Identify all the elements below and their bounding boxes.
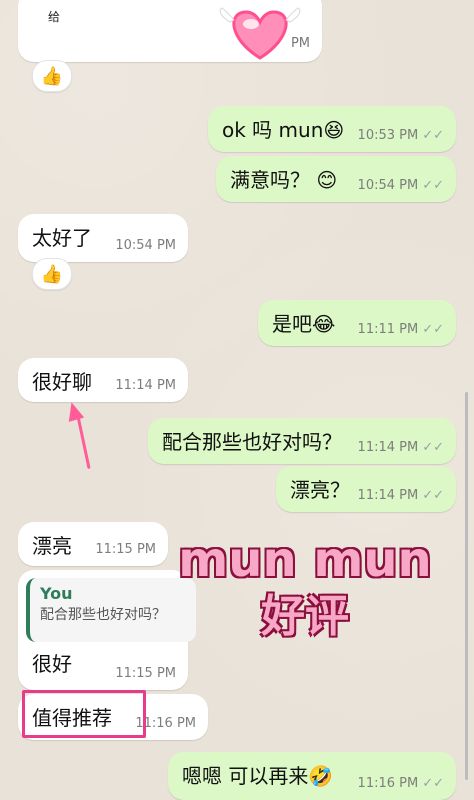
partial-message-text: 给: [48, 10, 61, 24]
message-text: 是吧😂: [272, 312, 336, 336]
outgoing-message[interactable]: 嗯嗯 可以再来🤣 11:16 PM ✓✓: [168, 752, 456, 800]
thumbs-up-icon: 👍: [40, 65, 64, 87]
message-text: 漂亮？: [290, 478, 350, 502]
overlay-subtitle: 好评: [261, 591, 349, 642]
incoming-message[interactable]: 很好聊 11:14 PM: [18, 358, 188, 402]
double-check-icon: ✓✓: [422, 322, 444, 338]
outgoing-message[interactable]: 是吧😂 11:11 PM ✓✓: [258, 300, 456, 346]
double-check-icon: ✓✓: [422, 440, 444, 456]
outgoing-message[interactable]: 满意吗？ 😊 10:54 PM ✓✓: [216, 156, 456, 202]
thumbs-up-reaction[interactable]: 👍: [32, 258, 72, 290]
incoming-message[interactable]: 漂亮 11:15 PM: [18, 522, 168, 566]
message-text: 太好了: [32, 226, 92, 250]
outgoing-message[interactable]: 漂亮？ 11:14 PM ✓✓: [276, 466, 456, 512]
message-time: 10:54 PM ✓✓: [357, 178, 444, 194]
message-text: 漂亮: [32, 534, 72, 558]
message-text: 配合那些也好对吗？: [162, 430, 342, 454]
message-time: 10:54 PM: [115, 238, 176, 254]
outgoing-message[interactable]: 配合那些也好对吗？ 11:14 PM ✓✓: [148, 418, 456, 464]
message-time: 11:14 PM ✓✓: [357, 440, 444, 456]
message-time: 11:11 PM ✓✓: [357, 322, 444, 338]
message-time: 11:14 PM ✓✓: [357, 488, 444, 504]
thumbs-up-reaction[interactable]: 👍: [32, 60, 72, 92]
double-check-icon: ✓✓: [422, 776, 444, 792]
message-time: 11:15 PM: [95, 542, 156, 558]
message-text: 嗯嗯 可以再来🤣: [182, 764, 334, 788]
message-text: 很好聊: [32, 370, 92, 394]
message-text: ok 吗 mun😆: [222, 118, 345, 142]
incoming-message[interactable]: 太好了 10:54 PM: [18, 214, 188, 262]
message-time: 11:16 PM ✓✓: [357, 776, 444, 792]
message-time: 10:53 PM ✓✓: [357, 128, 444, 144]
message-time: 11:14 PM: [115, 378, 176, 394]
heart-sticker-icon: [218, 0, 302, 64]
message-time: 11:15 PM: [115, 666, 176, 682]
incoming-reply-message[interactable]: You 配合那些也好对吗？ 很好 11:15 PM: [18, 570, 196, 690]
quote-text: 配合那些也好对吗？: [40, 607, 166, 624]
outgoing-message[interactable]: ok 吗 mun😆 10:53 PM ✓✓: [208, 106, 456, 152]
thumbs-up-icon: 👍: [40, 263, 64, 285]
double-check-icon: ✓✓: [422, 128, 444, 144]
quote-author: You: [40, 584, 73, 603]
message-text: 很好: [32, 652, 72, 676]
double-check-icon: ✓✓: [422, 178, 444, 194]
scrollbar[interactable]: [465, 392, 468, 780]
highlight-box: [22, 690, 146, 738]
overlay-title: mun mun: [178, 532, 432, 588]
double-check-icon: ✓✓: [422, 488, 444, 504]
message-text: 满意吗？ 😊: [230, 168, 338, 192]
